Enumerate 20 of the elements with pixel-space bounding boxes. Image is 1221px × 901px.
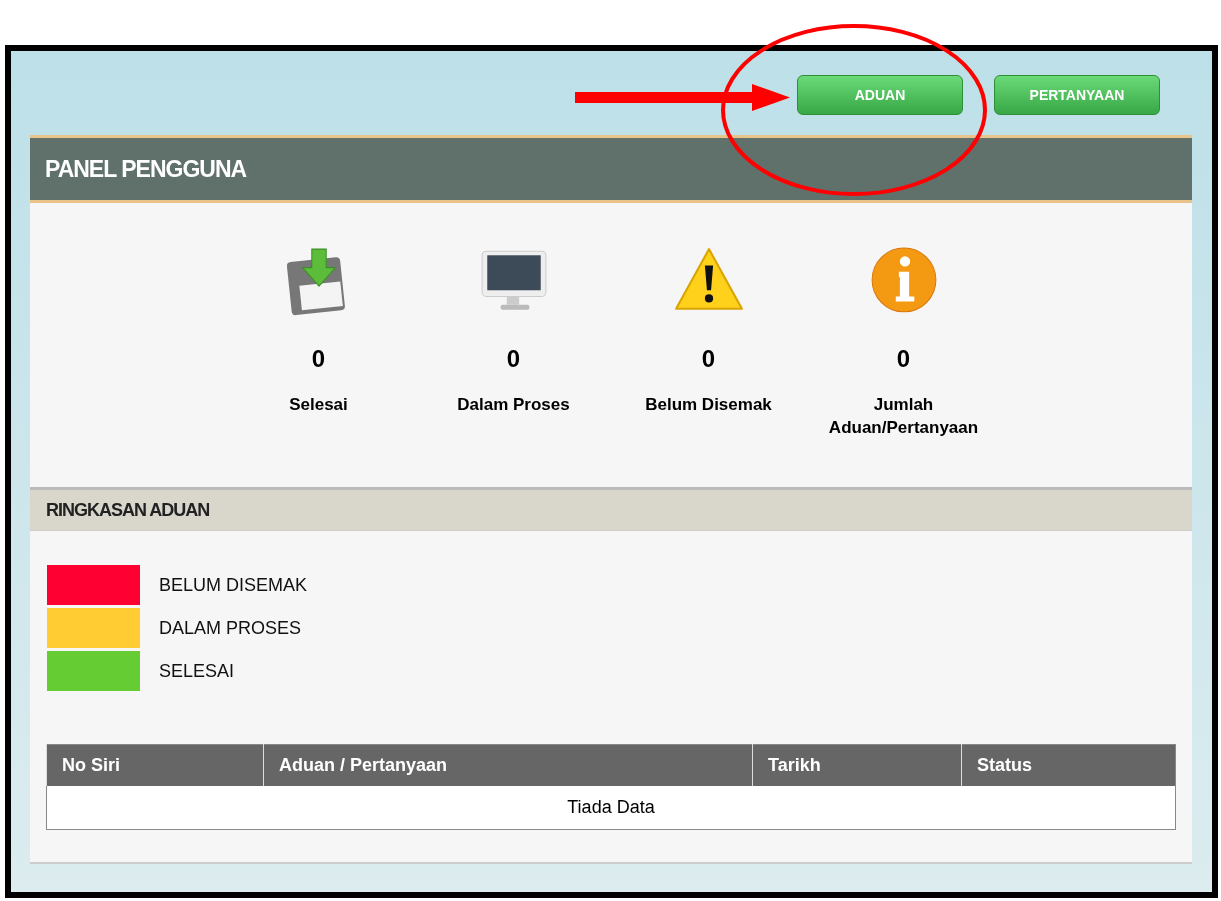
legend-label: SELESAI bbox=[159, 660, 235, 682]
column-header: Status bbox=[961, 744, 1176, 786]
column-header: No Siri bbox=[46, 744, 264, 786]
column-header: Aduan / Pertanyaan bbox=[263, 744, 753, 786]
empty-message: Tiada Data bbox=[46, 786, 1176, 830]
stat-label: Selesai bbox=[288, 394, 349, 416]
nav-button[interactable]: ADUAN bbox=[797, 75, 963, 115]
stat-value: 0 bbox=[506, 345, 521, 373]
legend-label: DALAM PROSES bbox=[159, 617, 302, 639]
stat-value: 0 bbox=[896, 345, 911, 373]
stat-value: 0 bbox=[311, 345, 326, 373]
stat-value: 0 bbox=[701, 345, 716, 373]
stat-label: Belum Disemak bbox=[644, 394, 773, 416]
stat-label: Dalam Proses bbox=[456, 394, 571, 416]
nav-button[interactable]: PERTANYAAN bbox=[994, 75, 1160, 115]
section-title: RINGKASAN ADUAN bbox=[46, 499, 210, 521]
stat-label: Jumlah Aduan/Pertanyaan bbox=[827, 394, 980, 439]
column-header: Tarikh bbox=[752, 744, 962, 786]
legend-label: BELUM DISEMAK bbox=[159, 574, 308, 596]
panel-title: PANEL PENGGUNA bbox=[45, 155, 247, 183]
